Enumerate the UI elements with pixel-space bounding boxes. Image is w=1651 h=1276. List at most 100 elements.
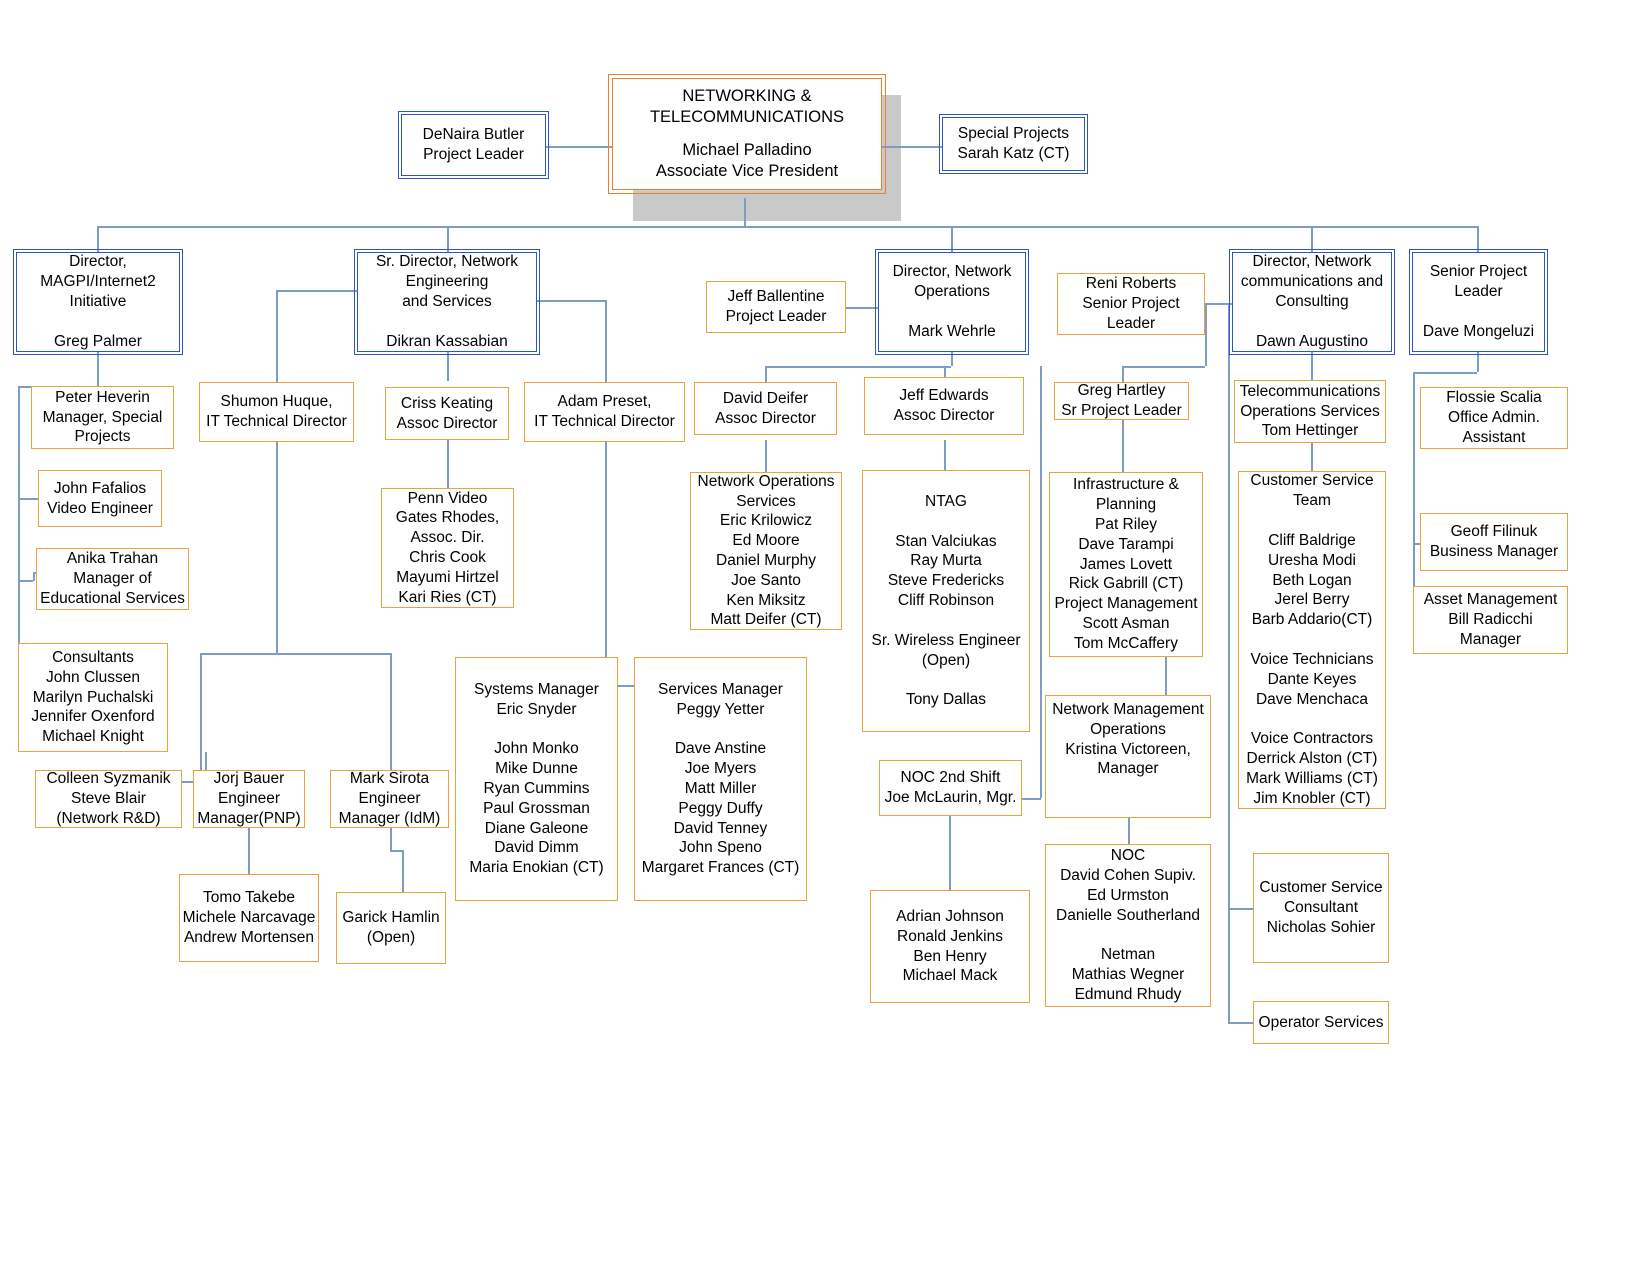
magpi-consultants-label: Consultants John Clussen Marilyn Puchals…: [31, 648, 155, 746]
jeff-ballentine-label: Jeff Ballentine Project Leader: [725, 288, 827, 325]
connector-ops-bus: [765, 366, 951, 368]
special-projects-label: Special Projects Sarah Katz (CT): [957, 125, 1070, 162]
box-pnp-team[interactable]: Tomo Takebe Michele Narcavage Andrew Mor…: [179, 874, 319, 962]
box-david-deifer[interactable]: David Deifer Assoc Director: [694, 382, 837, 435]
john-fafalios-label: John Fafalios Video Engineer: [47, 479, 153, 517]
connector-preset-stem: [605, 442, 607, 685]
box-ntag[interactable]: NTAG Stan Valciukas Ray Murta Steve Fred…: [862, 470, 1030, 732]
director-network-communications-label: Director, Network communications and Con…: [1240, 253, 1384, 350]
noc-label: NOC David Cohen Supiv. Ed Urmston Daniel…: [1056, 847, 1200, 1003]
penn-video-label: Penn Video Gates Rhodes, Assoc. Dir. Chr…: [395, 489, 500, 606]
root-department: NETWORKING & TELECOMMUNICATIONS: [649, 86, 845, 126]
box-adam-preset[interactable]: Adam Preset, IT Technical Director: [524, 382, 685, 442]
jorj-bauer-label: Jorj Bauer Engineer Manager(PNP): [197, 770, 301, 827]
connector-ops-to-ballentine: [846, 307, 878, 309]
connector-sirota-to-hamlin: [390, 828, 392, 850]
box-jeff-edwards[interactable]: Jeff Edwards Assoc Director: [864, 377, 1024, 435]
shumon-huque-label: Shumon Huque, IT Technical Director: [206, 393, 347, 430]
systems-manager-label: Systems Manager Eric Snyder John Monko M…: [469, 680, 604, 877]
connector-huque-bus: [200, 653, 390, 655]
connector-mongeluzi-stem: [1477, 352, 1479, 372]
connector-edwards-to-ntag: [944, 440, 946, 472]
box-director-network-operations[interactable]: Director, Network Operations Mark Wehrle: [874, 248, 1030, 356]
connector-eng-to-preset-v: [605, 300, 607, 382]
connector-hamlin-drop: [402, 850, 404, 892]
connector-bus-to-senior-pl: [1477, 226, 1479, 252]
box-services-manager[interactable]: Services Manager Peggy Yetter Dave Ansti…: [634, 657, 807, 901]
peter-heverin-label: Peter Heverin Manager, Special Projects: [42, 388, 163, 446]
box-peter-heverin[interactable]: Peter Heverin Manager, Special Projects: [31, 386, 174, 449]
reni-roberts-label: Reni Roberts Senior Project Leader: [1082, 275, 1180, 332]
connector-bauer-to-team: [248, 828, 250, 874]
box-mark-sirota[interactable]: Mark Sirota Engineer Manager (IdM): [330, 770, 449, 828]
box-telecom-operations[interactable]: Telecommunications Operations Services T…: [1234, 380, 1386, 443]
box-jeff-ballentine[interactable]: Jeff Ballentine Project Leader: [706, 281, 846, 333]
flossie-scalia-label: Flossie Scalia Office Admin. Assistant: [1446, 389, 1542, 446]
root-person: Michael Palladino Associate Vice Preside…: [655, 141, 839, 181]
box-director-network-communications[interactable]: Director, Network communications and Con…: [1228, 248, 1396, 356]
box-customer-service-consultant[interactable]: Customer Service Consultant Nicholas Soh…: [1253, 853, 1389, 963]
box-asset-management[interactable]: Asset Management Bill Radicchi Manager: [1413, 586, 1568, 654]
connector-root-stem: [744, 198, 746, 227]
box-systems-manager[interactable]: Systems Manager Eric Snyder John Monko M…: [455, 657, 618, 901]
box-noc-2nd-shift-team[interactable]: Adrian Johnson Ronald Jenkins Ben Henry …: [870, 890, 1030, 1003]
box-denaira-butler[interactable]: DeNaira Butler Project Leader: [397, 110, 550, 180]
box-greg-hartley[interactable]: Greg Hartley Sr Project Leader: [1054, 382, 1189, 420]
connector-bus-to-engineering: [447, 226, 449, 252]
box-magpi-consultants[interactable]: Consultants John Clussen Marilyn Puchals…: [18, 643, 168, 752]
box-special-projects-sarah-katz[interactable]: Special Projects Sarah Katz (CT): [938, 113, 1089, 175]
network-operations-services-label: Network Operations Services Eric Krilowi…: [697, 472, 835, 629]
connector-root-to-denaira: [546, 146, 612, 148]
box-penn-video[interactable]: Penn Video Gates Rhodes, Assoc. Dir. Chr…: [381, 488, 514, 608]
box-jorj-bauer[interactable]: Jorj Bauer Engineer Manager(PNP): [193, 770, 305, 828]
box-network-rd[interactable]: Colleen Syzmanik Steve Blair (Network R&…: [35, 770, 182, 828]
root-box-networking-telecom[interactable]: NETWORKING & TELECOMMUNICATIONS Michael …: [608, 74, 886, 194]
connector-telecom-to-cst: [1311, 443, 1313, 471]
connector-noc2-to-team: [949, 816, 951, 890]
box-senior-project-leader[interactable]: Senior Project Leader Dave Mongeluzi: [1408, 248, 1549, 356]
connector-huque-stem: [276, 442, 278, 653]
connector-nmo-to-noc: [1128, 818, 1130, 844]
connector-ops-to-deifer: [765, 366, 767, 382]
noc-2nd-shift-label: NOC 2nd Shift Joe McLaurin, Mgr.: [884, 769, 1017, 806]
box-criss-keating[interactable]: Criss Keating Assoc Director: [385, 387, 509, 440]
box-operator-services[interactable]: Operator Services: [1253, 1001, 1389, 1044]
box-noc[interactable]: NOC David Cohen Supiv. Ed Urmston Daniel…: [1045, 844, 1211, 1007]
connector-sirota-to-hamlin-h: [390, 850, 402, 852]
connector-eng-to-huque-h: [276, 290, 357, 292]
connector-ops-stem: [951, 352, 953, 366]
network-rd-label: Colleen Syzmanik Steve Blair (Network R&…: [46, 770, 171, 827]
connector-eng-to-huque-v: [276, 290, 278, 382]
box-network-management-operations[interactable]: Network Management Operations Kristina V…: [1045, 695, 1211, 818]
box-infrastructure-planning[interactable]: Infrastructure & Planning Pat Riley Dave…: [1049, 472, 1203, 657]
telecom-operations-label: Telecommunications Operations Services T…: [1239, 382, 1381, 440]
box-john-fafalios[interactable]: John Fafalios Video Engineer: [38, 470, 162, 527]
connector-bus-to-operations: [951, 226, 953, 252]
customer-service-team-label: Customer Service Team Cliff Baldrige Ure…: [1246, 472, 1378, 807]
idm-team-label: Garick Hamlin (Open): [342, 909, 440, 946]
box-customer-service-team[interactable]: Customer Service Team Cliff Baldrige Ure…: [1238, 471, 1386, 809]
connector-magpi-to-trahan: [18, 580, 33, 582]
box-director-magpi[interactable]: Director, MAGPI/Internet2 Initiative Gre…: [12, 248, 184, 356]
connector-comm-spine: [1228, 303, 1230, 1023]
connector-comm-reni-v: [1205, 303, 1207, 366]
connector-comm-to-operator: [1228, 1022, 1253, 1024]
box-noc-2nd-shift[interactable]: NOC 2nd Shift Joe McLaurin, Mgr.: [879, 760, 1022, 816]
box-director-network-engineering[interactable]: Sr. Director, Network Engineering and Se…: [353, 248, 541, 356]
connector-infra-to-nmo: [1165, 657, 1167, 695]
box-idm-team[interactable]: Garick Hamlin (Open): [336, 892, 446, 964]
connector-root-to-special-projects: [878, 146, 942, 148]
denaira-butler-label: DeNaira Butler Project Leader: [422, 126, 525, 163]
box-reni-roberts[interactable]: Reni Roberts Senior Project Leader: [1057, 273, 1205, 335]
connector-mongeluzi-bus: [1413, 372, 1477, 374]
senior-project-leader-label: Senior Project Leader Dave Mongeluzi: [1422, 263, 1535, 340]
connector-bus-to-magpi: [97, 226, 99, 252]
box-network-operations-services[interactable]: Network Operations Services Eric Krilowi…: [690, 472, 842, 630]
director-network-operations-label: Director, Network Operations Mark Wehrle: [892, 263, 1012, 340]
box-shumon-huque[interactable]: Shumon Huque, IT Technical Director: [199, 382, 354, 442]
connector-bus-to-communications: [1311, 226, 1313, 252]
box-flossie-scalia[interactable]: Flossie Scalia Office Admin. Assistant: [1420, 387, 1568, 449]
box-geoff-filinuk[interactable]: Geoff Filinuk Business Manager: [1420, 513, 1568, 571]
box-anika-trahan[interactable]: Anika Trahan Manager of Educational Serv…: [36, 548, 189, 610]
greg-hartley-label: Greg Hartley Sr Project Leader: [1061, 382, 1182, 419]
